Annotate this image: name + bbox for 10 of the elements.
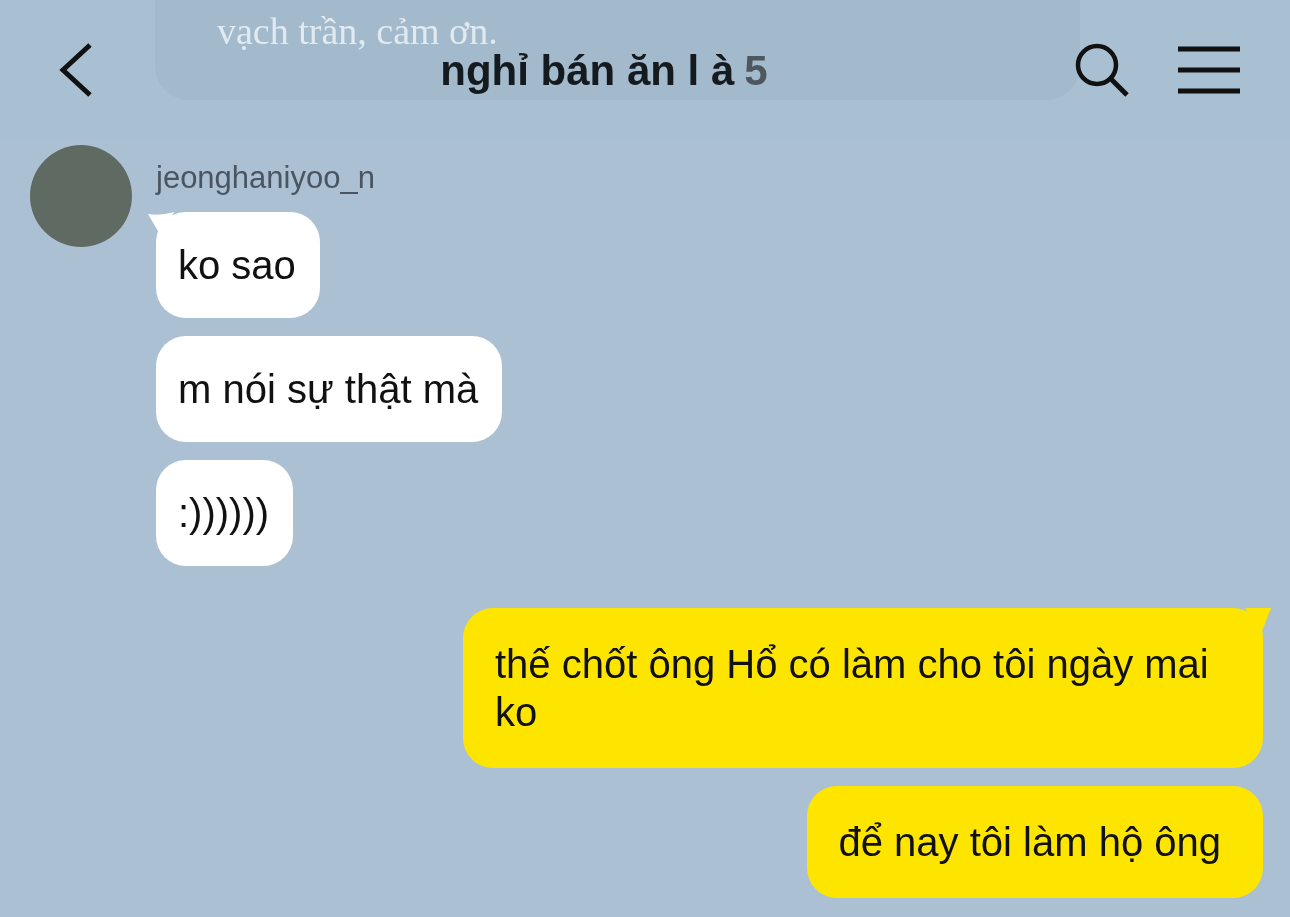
message-bubble: để nay tôi làm hộ ông xyxy=(806,785,1263,898)
message-bubble: :)))))) xyxy=(156,459,294,566)
message-bubble: ko sao xyxy=(156,211,320,318)
message-bubble: m nói sự thật mà xyxy=(156,335,503,442)
message-bubble: thế chốt ông Hổ có làm cho tôi ngày mai ko xyxy=(463,607,1263,768)
sender-name: jeonghaniyoo_n xyxy=(156,159,375,197)
back-icon[interactable] xyxy=(58,42,94,98)
search-icon[interactable] xyxy=(1074,42,1130,98)
menu-icon[interactable] xyxy=(1178,46,1240,94)
bubble-tail xyxy=(1245,607,1271,634)
